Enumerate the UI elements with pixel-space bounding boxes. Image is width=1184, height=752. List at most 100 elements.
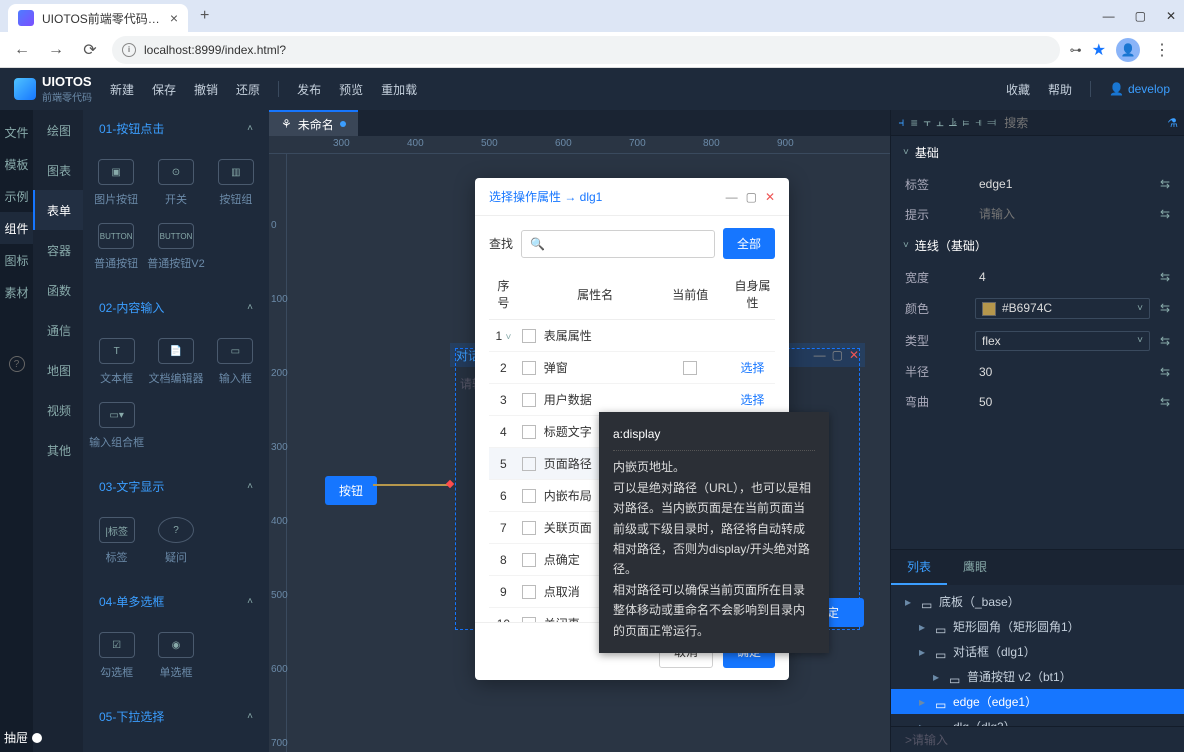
checkbox[interactable] — [683, 361, 697, 375]
rail-icon[interactable]: 图标 — [0, 244, 33, 276]
section-input[interactable]: 02-内容输入˄ — [83, 289, 269, 326]
key-icon[interactable]: ⊶ — [1070, 43, 1082, 57]
bookmark-icon[interactable]: ★ — [1092, 40, 1106, 60]
checkbox[interactable] — [522, 425, 536, 439]
link-icon[interactable]: ⇆ — [1160, 270, 1170, 284]
tree-item[interactable]: ▸▭对话框（dlg1） — [891, 639, 1184, 664]
tab-list[interactable]: 列表 — [891, 550, 947, 585]
help-icon[interactable]: ? — [9, 356, 25, 372]
new-tab-button[interactable]: + — [200, 7, 209, 25]
menu-save[interactable]: 保存 — [152, 81, 176, 98]
align-left-icon[interactable]: ⫞ — [897, 114, 906, 132]
pal-button-v2[interactable]: BUTTON普通按钮V2 — [145, 215, 206, 279]
color-select[interactable]: #B6974C˅ — [975, 298, 1150, 319]
browser-tab[interactable]: UIOTOS前端零代码，原型即应 × — [8, 4, 188, 32]
table-row[interactable]: 3 用户数据 选择 — [489, 384, 775, 416]
section-text[interactable]: 03-文字显示˄ — [83, 468, 269, 505]
tree-item[interactable]: ▸▭底板（_base） — [891, 589, 1184, 614]
menu-redo[interactable]: 还原 — [236, 81, 260, 98]
close-icon[interactable]: ✕ — [849, 348, 859, 362]
cat-video[interactable]: 视频 — [33, 390, 83, 430]
curve-input[interactable] — [975, 393, 1150, 411]
minimize-icon[interactable]: — — [1103, 9, 1115, 23]
pal-checkbox[interactable]: ☑勾选框 — [87, 624, 146, 688]
cat-function[interactable]: 函数 — [33, 270, 83, 310]
checkbox[interactable] — [522, 585, 536, 599]
close-icon[interactable]: ✕ — [765, 190, 775, 204]
rail-file[interactable]: 文件 — [0, 116, 33, 148]
rail-example[interactable]: 示例 — [0, 180, 33, 212]
tab-eagle[interactable]: 鹰眼 — [947, 550, 1003, 585]
cat-map[interactable]: 地图 — [33, 350, 83, 390]
align-top-icon[interactable]: ⫠ — [936, 114, 945, 132]
minimize-icon[interactable]: — — [726, 190, 738, 204]
checkbox[interactable] — [522, 553, 536, 567]
maximize-icon[interactable]: ▢ — [832, 348, 843, 362]
menu-icon[interactable]: ⋮ — [1150, 40, 1174, 60]
distribute-v-icon[interactable]: ⫤ — [987, 114, 996, 132]
width-input[interactable] — [975, 268, 1150, 286]
pal-question[interactable]: ?疑问 — [146, 509, 205, 573]
section-buttons[interactable]: 01-按钮点击˄ — [83, 110, 269, 147]
align-right-icon[interactable]: ⫟ — [923, 114, 932, 132]
pal-button[interactable]: BUTTON普通按钮 — [87, 215, 145, 279]
checkbox[interactable] — [522, 393, 536, 407]
tree-item[interactable]: ▸▭普通按钮 v2（bt1） — [891, 664, 1184, 689]
rail-template[interactable]: 模板 — [0, 148, 33, 180]
user-link[interactable]: 👤 develop — [1109, 82, 1170, 96]
section-checkbox[interactable]: 04-单多选框˄ — [83, 583, 269, 620]
select-link[interactable]: 选择 — [740, 361, 764, 375]
cat-chart[interactable]: 图表 — [33, 150, 83, 190]
maximize-icon[interactable]: ▢ — [1135, 9, 1146, 23]
menu-publish[interactable]: 发布 — [297, 81, 321, 98]
link-icon[interactable]: ⇆ — [1160, 177, 1170, 191]
rail-component[interactable]: 组件 — [0, 212, 33, 244]
info-icon[interactable]: i — [122, 43, 136, 57]
tag-input[interactable] — [975, 175, 1150, 193]
section-edge[interactable]: ˅连线（基础） — [891, 229, 1184, 262]
close-window-icon[interactable]: ✕ — [1166, 9, 1176, 23]
radius-input[interactable] — [975, 363, 1150, 381]
checkbox[interactable] — [522, 457, 536, 471]
pal-input[interactable]: ▭输入框 — [206, 330, 265, 394]
menu-help[interactable]: 帮助 — [1048, 81, 1072, 98]
reload-icon[interactable]: ⟳ — [78, 40, 102, 60]
command-input[interactable] — [901, 731, 1174, 749]
distribute-h-icon[interactable]: ⫣ — [974, 114, 983, 132]
section-dropdown[interactable]: 05-下拉选择˄ — [83, 698, 269, 735]
align-bottom-icon[interactable]: ⫢ — [961, 114, 970, 132]
table-row[interactable]: 1 ˅ 表属属性 — [489, 320, 775, 352]
align-middle-icon[interactable]: ⫡ — [949, 114, 958, 132]
menu-favorite[interactable]: 收藏 — [1006, 81, 1030, 98]
pal-editor[interactable]: 📄文档编辑器 — [146, 330, 205, 394]
menu-reload[interactable]: 重加载 — [381, 81, 417, 98]
align-center-icon[interactable]: ≡ — [910, 114, 919, 132]
cat-form[interactable]: 表单 — [33, 190, 83, 230]
filter-icon[interactable]: ⚗ — [1167, 116, 1178, 130]
canvas-button-node[interactable]: 按钮 — [325, 476, 377, 505]
cat-other[interactable]: 其他 — [33, 430, 83, 470]
checkbox[interactable] — [522, 329, 536, 343]
menu-undo[interactable]: 撤销 — [194, 81, 218, 98]
tree-item[interactable]: ▸▭edge（edge1） — [891, 689, 1184, 714]
profile-icon[interactable]: 👤 — [1116, 38, 1140, 62]
maximize-icon[interactable]: ▢ — [746, 190, 757, 204]
link-icon[interactable]: ⇆ — [1160, 301, 1170, 315]
pal-switch[interactable]: ⊙开关 — [145, 151, 206, 215]
pal-textbox[interactable]: T文本框 — [87, 330, 146, 394]
pal-radio[interactable]: ◉单选框 — [146, 624, 205, 688]
minimize-icon[interactable]: — — [814, 348, 826, 362]
link-icon[interactable]: ⇆ — [1160, 207, 1170, 221]
table-row[interactable]: 2 弹窗 选择 — [489, 352, 775, 384]
property-search[interactable] — [1000, 116, 1163, 130]
all-button[interactable]: 全部 — [723, 228, 775, 259]
pal-image-button[interactable]: ▣图片按钮 — [87, 151, 145, 215]
pal-input-combo[interactable]: ▭▾输入组合框 — [87, 394, 146, 458]
cat-draw[interactable]: 绘图 — [33, 110, 83, 150]
rail-asset[interactable]: 素材 — [0, 276, 33, 308]
hint-input[interactable] — [975, 205, 1150, 223]
menu-new[interactable]: 新建 — [110, 81, 134, 98]
pal-button-group[interactable]: ▥按钮组 — [207, 151, 265, 215]
select-link[interactable]: 选择 — [740, 393, 764, 407]
tree-item[interactable]: ▸▭矩形圆角（矩形圆角1） — [891, 614, 1184, 639]
